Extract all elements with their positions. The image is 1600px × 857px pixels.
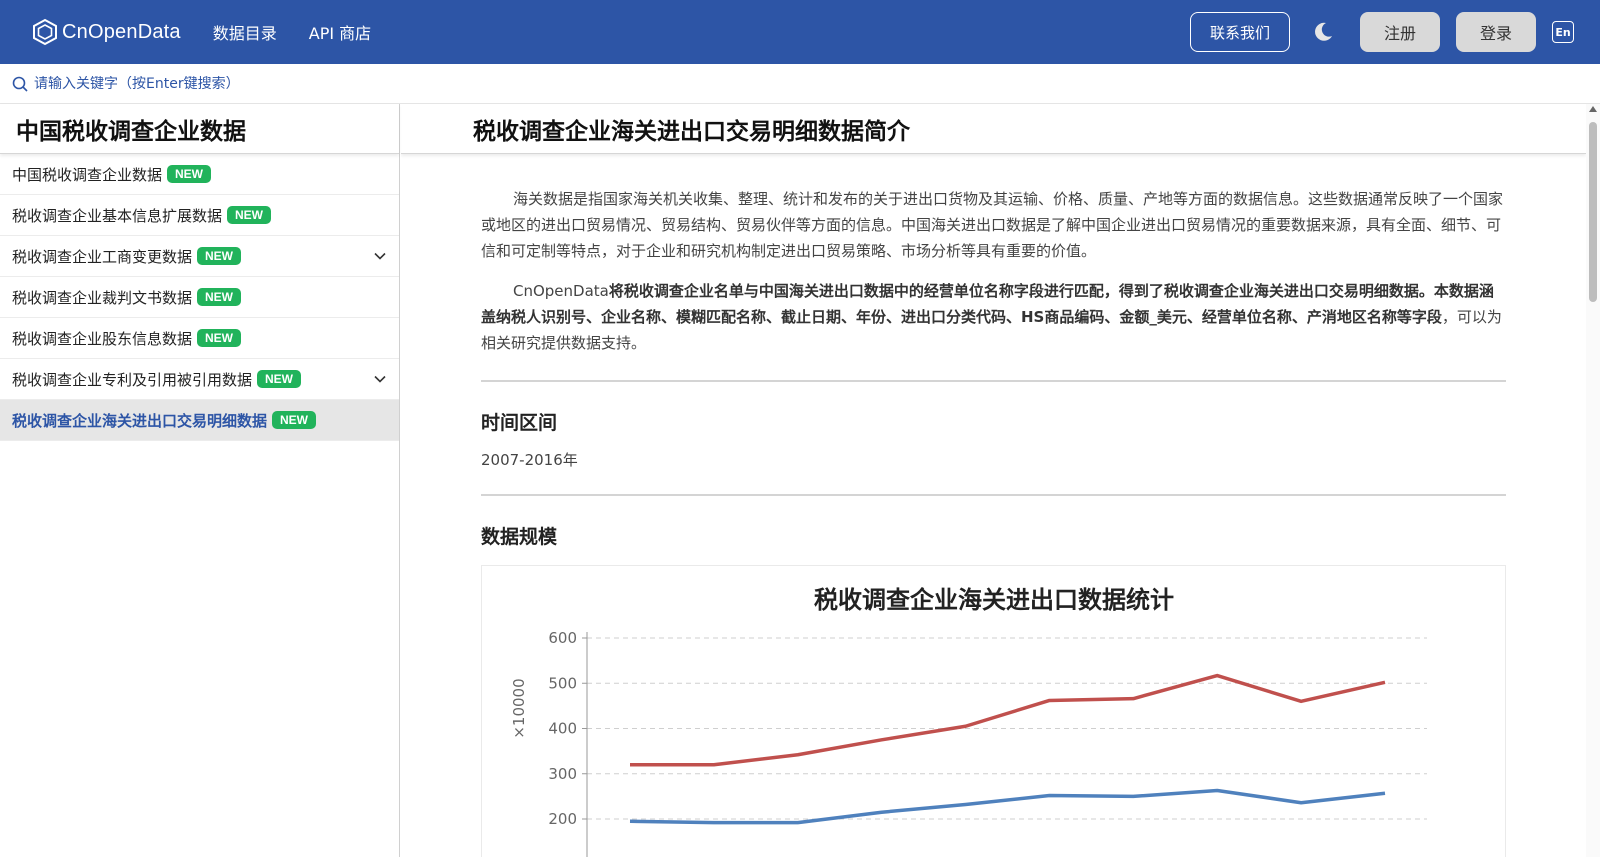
- new-badge: NEW: [227, 206, 272, 224]
- new-badge: NEW: [257, 370, 302, 388]
- time-range-value: 2007-2016年: [481, 451, 578, 469]
- search-input[interactable]: [34, 75, 434, 92]
- chart-title: 税收调查企业海关进出口数据统计: [814, 586, 1174, 614]
- brand-text: CnOpenData: [513, 282, 609, 300]
- data-scale-title: 数据规模: [481, 526, 558, 548]
- data-scale-chart: 税收调查企业海关进出口数据统计 ×10000 200 300 400 500 600: [481, 565, 1506, 857]
- sidebar-item-shareholders[interactable]: 税收调查企业股东信息数据 NEW: [0, 318, 399, 359]
- sidebar-item-label: 税收调查企业基本信息扩展数据: [12, 206, 223, 225]
- sidebar-item-patents[interactable]: 税收调查企业专利及引用被引用数据 NEW: [0, 359, 399, 400]
- main-content: 税收调查企业海关进出口交易明细数据简介 海关数据是指国家海关机关收集、整理、统计…: [401, 104, 1586, 857]
- scrollbar-thumb[interactable]: [1589, 122, 1597, 302]
- sidebar-item-label: 税收调查企业裁判文书数据: [12, 288, 193, 307]
- sidebar: 中国税收调查企业数据 中国税收调查企业数据 NEW 税收调查企业基本信息扩展数据…: [0, 104, 400, 857]
- description-paragraph: CnOpenData将税收调查企业名单与中国海关进出口数据中的经营单位名称字段进…: [481, 278, 1506, 356]
- login-button[interactable]: 登录: [1456, 12, 1536, 52]
- y-tick-label: 500: [548, 674, 577, 692]
- new-badge: NEW: [272, 411, 317, 429]
- top-navbar: CnOpenData 数据目录 API 商店 联系我们 注册 登录 En: [0, 0, 1600, 64]
- logo[interactable]: CnOpenData: [32, 0, 181, 64]
- chevron-down-icon[interactable]: [373, 372, 387, 386]
- sidebar-item-label: 税收调查企业工商变更数据: [12, 247, 193, 266]
- y-tick-label: 400: [548, 720, 577, 738]
- line-chart: 税收调查企业海关进出口数据统计 ×10000 200 300 400 500 600: [510, 586, 1427, 857]
- y-tick-label: 300: [548, 765, 577, 783]
- y-axis-label: ×10000: [510, 678, 528, 738]
- moon-icon[interactable]: [1312, 21, 1334, 43]
- contact-us-button[interactable]: 联系我们: [1190, 12, 1290, 52]
- divider: [481, 380, 1506, 382]
- search-bar: [0, 64, 1600, 104]
- sidebar-title: 中国税收调查企业数据: [0, 104, 399, 154]
- nav-data-catalog[interactable]: 数据目录: [213, 20, 277, 44]
- new-badge: NEW: [197, 288, 242, 306]
- sidebar-item-label: 税收调查企业专利及引用被引用数据: [12, 370, 253, 389]
- sidebar-item-tax-survey[interactable]: 中国税收调查企业数据 NEW: [0, 154, 399, 195]
- chevron-down-icon[interactable]: [373, 249, 387, 263]
- nav-api-store[interactable]: API 商店: [309, 20, 371, 44]
- search-icon: [12, 76, 28, 92]
- series-line-1: [630, 673, 1386, 767]
- logo-text: CnOpenData: [62, 20, 181, 43]
- sidebar-item-business-change[interactable]: 税收调查企业工商变更数据 NEW: [0, 236, 399, 277]
- register-button[interactable]: 注册: [1360, 12, 1440, 52]
- sidebar-item-label: 中国税收调查企业数据: [12, 165, 163, 184]
- series-line-2: [629, 788, 1386, 825]
- sidebar-item-judgments[interactable]: 税收调查企业裁判文书数据 NEW: [0, 277, 399, 318]
- sidebar-item-label: 税收调查企业海关进出口交易明细数据: [12, 411, 268, 430]
- hexagon-logo-icon: [33, 18, 57, 46]
- divider: [481, 494, 1506, 496]
- intro-paragraph: 海关数据是指国家海关机关收集、整理、统计和发布的关于进出口货物及其运输、价格、质…: [481, 190, 1504, 260]
- new-badge: NEW: [197, 329, 242, 347]
- sidebar-item-customs[interactable]: 税收调查企业海关进出口交易明细数据 NEW: [0, 400, 399, 441]
- page-title: 税收调查企业海关进出口交易明细数据简介: [401, 104, 1586, 154]
- time-range-title: 时间区间: [481, 412, 558, 434]
- sidebar-item-label: 税收调查企业股东信息数据: [12, 329, 193, 348]
- y-tick-label: 200: [548, 810, 577, 828]
- language-toggle[interactable]: En: [1552, 21, 1574, 43]
- scroll-up-arrow-icon[interactable]: [1589, 106, 1597, 112]
- description-bold: 将税收调查企业名单与中国海关进出口数据中的经营单位名称字段进行匹配，得到了税收调…: [481, 282, 1494, 326]
- sidebar-item-basic-info[interactable]: 税收调查企业基本信息扩展数据 NEW: [0, 195, 399, 236]
- new-badge: NEW: [167, 165, 212, 183]
- scrollbar[interactable]: [1586, 104, 1600, 857]
- new-badge: NEW: [197, 247, 242, 265]
- y-tick-label: 600: [548, 629, 577, 647]
